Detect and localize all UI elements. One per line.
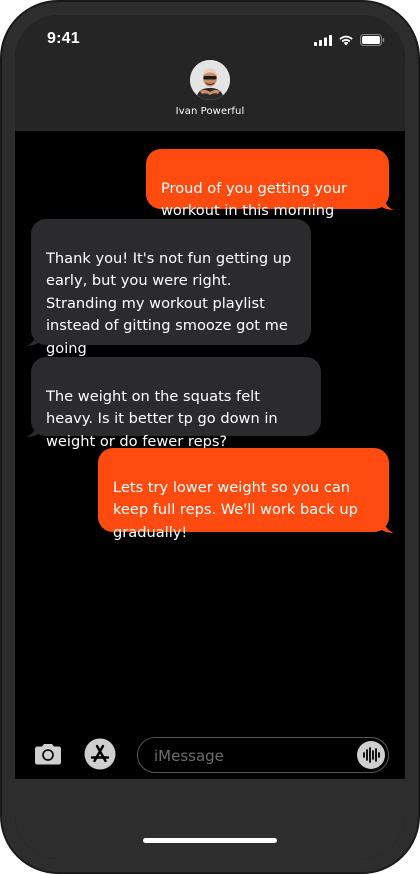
message-text: The weight on the squats felt heavy. Is … <box>46 387 278 450</box>
bubble-tail <box>380 519 394 533</box>
message-bubble-outgoing[interactable]: Proud of you getting your workout in thi… <box>146 149 394 219</box>
camera-button[interactable] <box>31 737 65 771</box>
cellular-signal-icon <box>314 34 332 46</box>
message-input[interactable] <box>152 744 352 768</box>
message-bubble-outgoing[interactable]: Lets try lower weight so you can keep fu… <box>98 448 394 541</box>
status-time: 9:41 <box>47 30 80 47</box>
audio-waveform-icon <box>363 747 380 763</box>
avatar-photo <box>190 60 230 100</box>
message-text: Proud of you getting your workout in thi… <box>161 179 348 220</box>
status-icons <box>314 34 385 46</box>
message-text: Thank you! It's not fun getting up early… <box>46 249 292 357</box>
contact-name: Ivan Powerful <box>175 106 245 117</box>
imessage-field[interactable] <box>137 737 389 773</box>
app-store-button[interactable] <box>83 737 117 771</box>
composer-bar <box>15 731 405 779</box>
messages-screen: 9:41 Ivan Powerful Proud of you getting … <box>15 15 405 859</box>
avatar[interactable] <box>190 60 230 100</box>
contact-info[interactable]: Ivan Powerful <box>15 60 405 117</box>
message-bubble-incoming[interactable]: The weight on the squats felt heavy. Is … <box>26 357 321 450</box>
bubble-tail <box>26 423 40 437</box>
phone-device: 9:41 Ivan Powerful Proud of you getting … <box>0 0 420 874</box>
camera-icon <box>35 744 61 765</box>
keyboard-area <box>15 779 405 859</box>
battery-icon <box>360 34 385 46</box>
home-indicator[interactable] <box>143 838 277 843</box>
wifi-icon <box>339 35 353 46</box>
message-text: Lets try lower weight so you can keep fu… <box>113 478 358 541</box>
bubble-tail <box>26 332 40 346</box>
message-list: Proud of you getting your workout in thi… <box>15 131 405 731</box>
message-bubble-incoming[interactable]: Thank you! It's not fun getting up early… <box>26 219 311 357</box>
conversation-header: 9:41 Ivan Powerful <box>15 15 405 131</box>
audio-record-button[interactable] <box>357 741 385 769</box>
bubble-tail <box>380 196 394 210</box>
app-store-icon <box>84 738 116 770</box>
